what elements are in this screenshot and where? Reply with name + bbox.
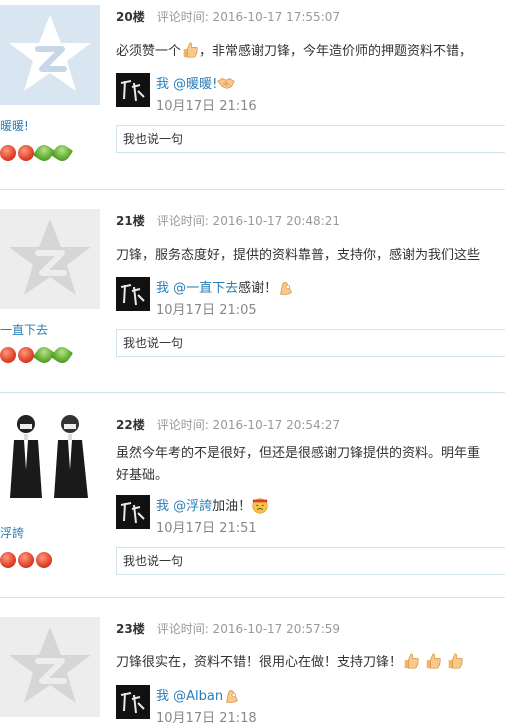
- floor-number: 22楼: [116, 418, 145, 432]
- daofeng-logo-icon: [120, 284, 145, 306]
- comment-content: 刀锋，服务态度好，提供的资料靠普，支持你，感谢为我们这些: [116, 248, 481, 263]
- reply-mention[interactable]: @一直下去: [173, 281, 238, 296]
- reply-line: 我 @暖暖!: [156, 73, 235, 92]
- medal-icon: [50, 343, 74, 367]
- daofeng-logo-icon: [120, 80, 145, 102]
- reply-time: 10月17日 21:05: [156, 303, 257, 318]
- floor-number: 23楼: [116, 622, 145, 636]
- comment-content: 必须赞一个 ，非常感谢刀锋，今年造价师的押题资料不错，: [116, 41, 505, 63]
- floor-number: 20楼: [116, 10, 145, 24]
- medal-icon: [0, 552, 16, 568]
- post-divider: [0, 597, 505, 598]
- medal-icon: [18, 552, 34, 568]
- thumbs-up-icon: [448, 653, 463, 669]
- user-name-link[interactable]: 浮誇: [0, 524, 24, 541]
- reply-author[interactable]: 我: [156, 689, 169, 704]
- medal-icon: [18, 145, 34, 161]
- floor-number: 21楼: [116, 214, 145, 228]
- reply-avatar[interactable]: [116, 73, 150, 107]
- reply-line: 我 @一直下去感谢！: [156, 277, 295, 296]
- comment-content-line2: 好基础。: [116, 468, 169, 483]
- reply-time: 10月17日 21:18: [156, 711, 257, 726]
- medal-icon: [0, 347, 16, 363]
- comment-content: 虽然今年考的不是很好，但还是很感谢刀锋提供的资料。明年重: [116, 446, 481, 461]
- post-meta: 20楼 评论时间: 2016-10-17 17:55:07: [116, 8, 340, 25]
- reply-author[interactable]: 我: [156, 499, 169, 514]
- daofeng-logo-icon: [120, 692, 145, 714]
- qq-default-avatar-icon: [9, 15, 91, 91]
- determined-face-icon: [252, 498, 268, 514]
- ok-hand-icon: [226, 690, 238, 703]
- post-meta: 22楼 评论时间: 2016-10-17 20:54:27: [116, 416, 340, 433]
- reply-avatar[interactable]: [116, 277, 150, 311]
- avatar[interactable]: [0, 5, 100, 105]
- reply-avatar[interactable]: [116, 495, 150, 529]
- user-name-link[interactable]: 暖暖!: [0, 117, 29, 134]
- comment-time: 评论时间: 2016-10-17 17:55:07: [156, 10, 341, 24]
- post-divider: [0, 392, 505, 393]
- post-meta: 23楼 评论时间: 2016-10-17 20:57:59: [116, 620, 340, 637]
- medal-icon: [18, 347, 34, 363]
- comment-content: 刀锋很实在，资料不错！很用心在做！支持刀锋！: [116, 652, 505, 674]
- daofeng-logo-icon: [120, 502, 145, 524]
- reply-mention[interactable]: @浮誇: [173, 499, 212, 514]
- ok-hand-icon: [280, 282, 293, 295]
- thumbs-up-icon: [404, 653, 419, 669]
- medal-icon: [36, 552, 52, 568]
- post-meta: 21楼 评论时间: 2016-10-17 20:48:21: [116, 212, 340, 229]
- reply-author[interactable]: 我: [156, 77, 169, 92]
- medal-icon: [0, 145, 16, 161]
- thumbs-up-icon: [426, 653, 441, 669]
- couple-illustration-icon: [10, 415, 88, 498]
- reply-avatar[interactable]: [116, 685, 150, 719]
- reply-mention[interactable]: @Alban: [173, 689, 223, 704]
- comment-time: 评论时间: 2016-10-17 20:57:59: [156, 622, 341, 636]
- post-divider: [0, 189, 505, 190]
- medal-row: [0, 552, 52, 568]
- reply-time: 10月17日 21:51: [156, 521, 257, 536]
- avatar[interactable]: [0, 410, 100, 510]
- reply-mention[interactable]: @暖暖!: [173, 77, 217, 92]
- qq-default-avatar-icon: [9, 627, 91, 703]
- avatar[interactable]: [0, 209, 100, 309]
- avatar[interactable]: [0, 617, 100, 717]
- qq-default-avatar-icon: [9, 219, 91, 295]
- comment-time: 评论时间: 2016-10-17 20:48:21: [156, 214, 341, 228]
- reply-input[interactable]: 我也说一句: [116, 547, 505, 575]
- reply-line: 我 @Alban: [156, 685, 241, 704]
- reply-line: 我 @浮誇加油！: [156, 495, 269, 514]
- comment-time: 评论时间: 2016-10-17 20:54:27: [156, 418, 341, 432]
- handshake-icon: [217, 78, 235, 89]
- reply-input[interactable]: 我也说一句: [116, 125, 505, 153]
- thumbs-up-icon: [183, 42, 198, 58]
- medal-row: [0, 343, 74, 367]
- user-name-link[interactable]: 一直下去: [0, 321, 48, 338]
- medal-row: [0, 141, 74, 165]
- reply-input[interactable]: 我也说一句: [116, 329, 505, 357]
- reply-time: 10月17日 21:16: [156, 99, 257, 114]
- reply-author[interactable]: 我: [156, 281, 169, 296]
- medal-icon: [50, 141, 74, 165]
